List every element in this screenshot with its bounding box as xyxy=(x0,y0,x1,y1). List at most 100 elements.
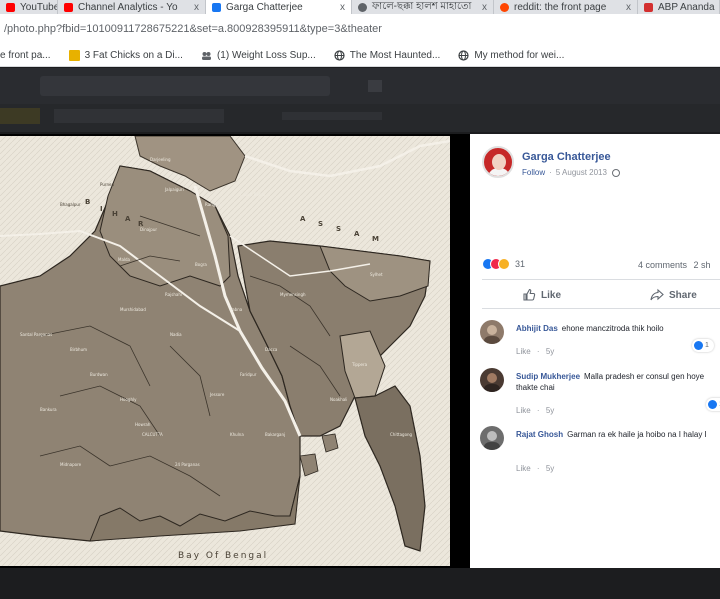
divider xyxy=(482,279,720,280)
abp-icon xyxy=(644,2,653,12)
comment-like-link[interactable]: Like xyxy=(516,406,531,415)
address-bar[interactable]: /photo.php?fbid=10100911728675221&set=a.… xyxy=(0,14,720,44)
close-icon[interactable]: x xyxy=(476,2,487,13)
reaction-summary[interactable]: 31 xyxy=(482,258,525,270)
commenter-name[interactable]: Abhijit Das xyxy=(516,324,558,333)
map-label: Purnea xyxy=(100,182,114,187)
comment-time[interactable]: 5y xyxy=(546,347,554,356)
svg-text:A: A xyxy=(125,215,131,223)
comment-reaction-count: 1 xyxy=(705,342,709,349)
comment-item: Abhijit Das ehone manczitroda thik hoilo … xyxy=(480,320,720,360)
tab-label: ABP Ananda xyxy=(658,1,715,13)
bookmark-fat-chicks[interactable]: 3 Fat Chicks on a Di... xyxy=(68,49,183,61)
like-reaction-icon xyxy=(694,341,703,350)
svg-text:A: A xyxy=(354,230,360,238)
comment-reaction-badge[interactable]: 1 xyxy=(706,398,720,411)
svg-text:R: R xyxy=(138,220,144,228)
tab-youtube[interactable]: YouTube x xyxy=(0,0,58,14)
tab-label: YouTube xyxy=(20,1,58,13)
map-label: Dacca xyxy=(265,347,278,352)
map-label: Darjeeling xyxy=(150,157,171,162)
bottom-dimmed-bar xyxy=(0,568,720,599)
commenter-name[interactable]: Sudip Mukherjee xyxy=(516,372,580,381)
map-label: Chittagong xyxy=(390,432,413,437)
globe-icon xyxy=(358,2,367,12)
like-reaction-icon xyxy=(708,400,717,409)
follow-link[interactable]: Follow xyxy=(522,168,545,177)
author-name[interactable]: Garga Chatterjee xyxy=(522,151,611,163)
tab-abp-ananda[interactable]: ABP Ananda xyxy=(638,0,720,14)
bookmark-my-method[interactable]: My method for wei... xyxy=(458,50,564,61)
map-label: Mymensingh xyxy=(280,292,306,297)
map-label: Malda xyxy=(118,257,131,262)
map-label: Bankura xyxy=(40,407,57,412)
comment-share-count[interactable]: 4 comments 2 sh xyxy=(638,260,711,270)
svg-text:H: H xyxy=(112,210,118,218)
svg-text:I: I xyxy=(100,205,103,213)
comment-reaction-badge[interactable]: 1 xyxy=(692,339,714,352)
map-label: Sylhet xyxy=(370,272,383,277)
close-icon[interactable]: x xyxy=(620,2,631,13)
tab-label: Channel Analytics - Yo xyxy=(78,1,178,13)
share-button[interactable]: Share xyxy=(650,288,697,302)
tab-garga-chatterjee[interactable]: Garga Chatterjee x xyxy=(206,0,352,14)
tab-channel-analytics[interactable]: Channel Analytics - Yo x xyxy=(58,0,206,14)
map-label: Jessore xyxy=(209,392,225,397)
map-label: Tippera xyxy=(351,362,368,367)
map-label: Howrah xyxy=(135,422,151,427)
globe-icon xyxy=(611,168,620,177)
close-icon[interactable]: x xyxy=(188,2,199,13)
globe-icon xyxy=(334,49,345,61)
bookmark-label: The Most Haunted... xyxy=(349,49,441,61)
author-avatar[interactable] xyxy=(482,146,514,178)
bookmarks-bar: e front pa... 3 Fat Chicks on a Di... (1… xyxy=(0,44,720,67)
map-label: Midnapore xyxy=(60,462,82,467)
map-label: Hooghly xyxy=(120,397,137,402)
post-panel: Garga Chatterjee Follow · 5 August 2013 … xyxy=(470,134,720,568)
comment-time[interactable]: 5y xyxy=(546,406,554,415)
comment-body: Sudip Mukherjee Malla pradesh er consul g… xyxy=(516,371,716,393)
svg-text:S: S xyxy=(318,220,323,228)
map-label: Bakarganj xyxy=(265,432,285,437)
post-date[interactable]: 5 August 2013 xyxy=(556,168,607,177)
close-icon[interactable]: x xyxy=(334,2,345,13)
photo-stage[interactable]: Darjeeling Jalpaiguri Rangpur Dinajpur R… xyxy=(0,134,470,568)
tab-label: ফালে-ছক্কা হালশ মাহাতো xyxy=(372,0,472,12)
commenter-name[interactable]: Rajat Ghosh xyxy=(516,430,563,439)
comment-like-link[interactable]: Like xyxy=(516,464,531,473)
map-label: Cooch Behar xyxy=(240,192,266,197)
comment-time[interactable]: 5y xyxy=(546,464,554,473)
bookmark-weight-loss[interactable]: (1) Weight Loss Sup... xyxy=(201,50,316,61)
tab-reddit[interactable]: reddit: the front page x xyxy=(494,0,638,14)
like-button[interactable]: Like xyxy=(522,288,561,302)
page-title xyxy=(54,109,224,123)
map-label: Nadia xyxy=(170,332,182,337)
comment-body: Rajat Ghosh Garman ra ek haile ja hoibo n… xyxy=(516,429,716,440)
browser-tab-strip: YouTube x Channel Analytics - Yo x Garga… xyxy=(0,0,720,14)
search-input xyxy=(40,76,330,96)
comment-actions: Like · 5y xyxy=(516,406,555,415)
svg-text:S: S xyxy=(336,225,341,233)
tab-strip xyxy=(282,112,382,120)
commenter-avatar[interactable] xyxy=(480,426,504,450)
like-label: Like xyxy=(541,289,562,301)
facebook-header-dimmed xyxy=(0,68,720,104)
logo xyxy=(0,108,40,124)
bookmark-most-haunted[interactable]: The Most Haunted... xyxy=(334,49,441,61)
map-label: Khulna xyxy=(230,432,244,437)
svg-text:A: A xyxy=(300,215,306,223)
comment-like-link[interactable]: Like xyxy=(516,347,531,356)
commenter-avatar[interactable] xyxy=(480,320,504,344)
map-label: Rajshahi xyxy=(165,292,182,297)
map-label: CALCUTTA xyxy=(142,432,163,437)
tab-bengali-page[interactable]: ফালে-ছক্কা হালশ মাহাতো x xyxy=(352,0,494,14)
url-text[interactable]: /photo.php?fbid=10100911728675221&set=a.… xyxy=(4,23,382,35)
bookmark-reddit[interactable]: e front pa... xyxy=(0,50,51,61)
folder-icon xyxy=(68,49,80,61)
share-count: 2 sh xyxy=(693,260,711,270)
bookmark-label: e front pa... xyxy=(0,49,51,61)
commenter-avatar[interactable] xyxy=(480,368,504,392)
comment-text: ehone manczitroda thik hoilo xyxy=(561,324,664,333)
youtube-icon xyxy=(64,2,73,12)
comment-count: 4 comments xyxy=(638,260,688,270)
